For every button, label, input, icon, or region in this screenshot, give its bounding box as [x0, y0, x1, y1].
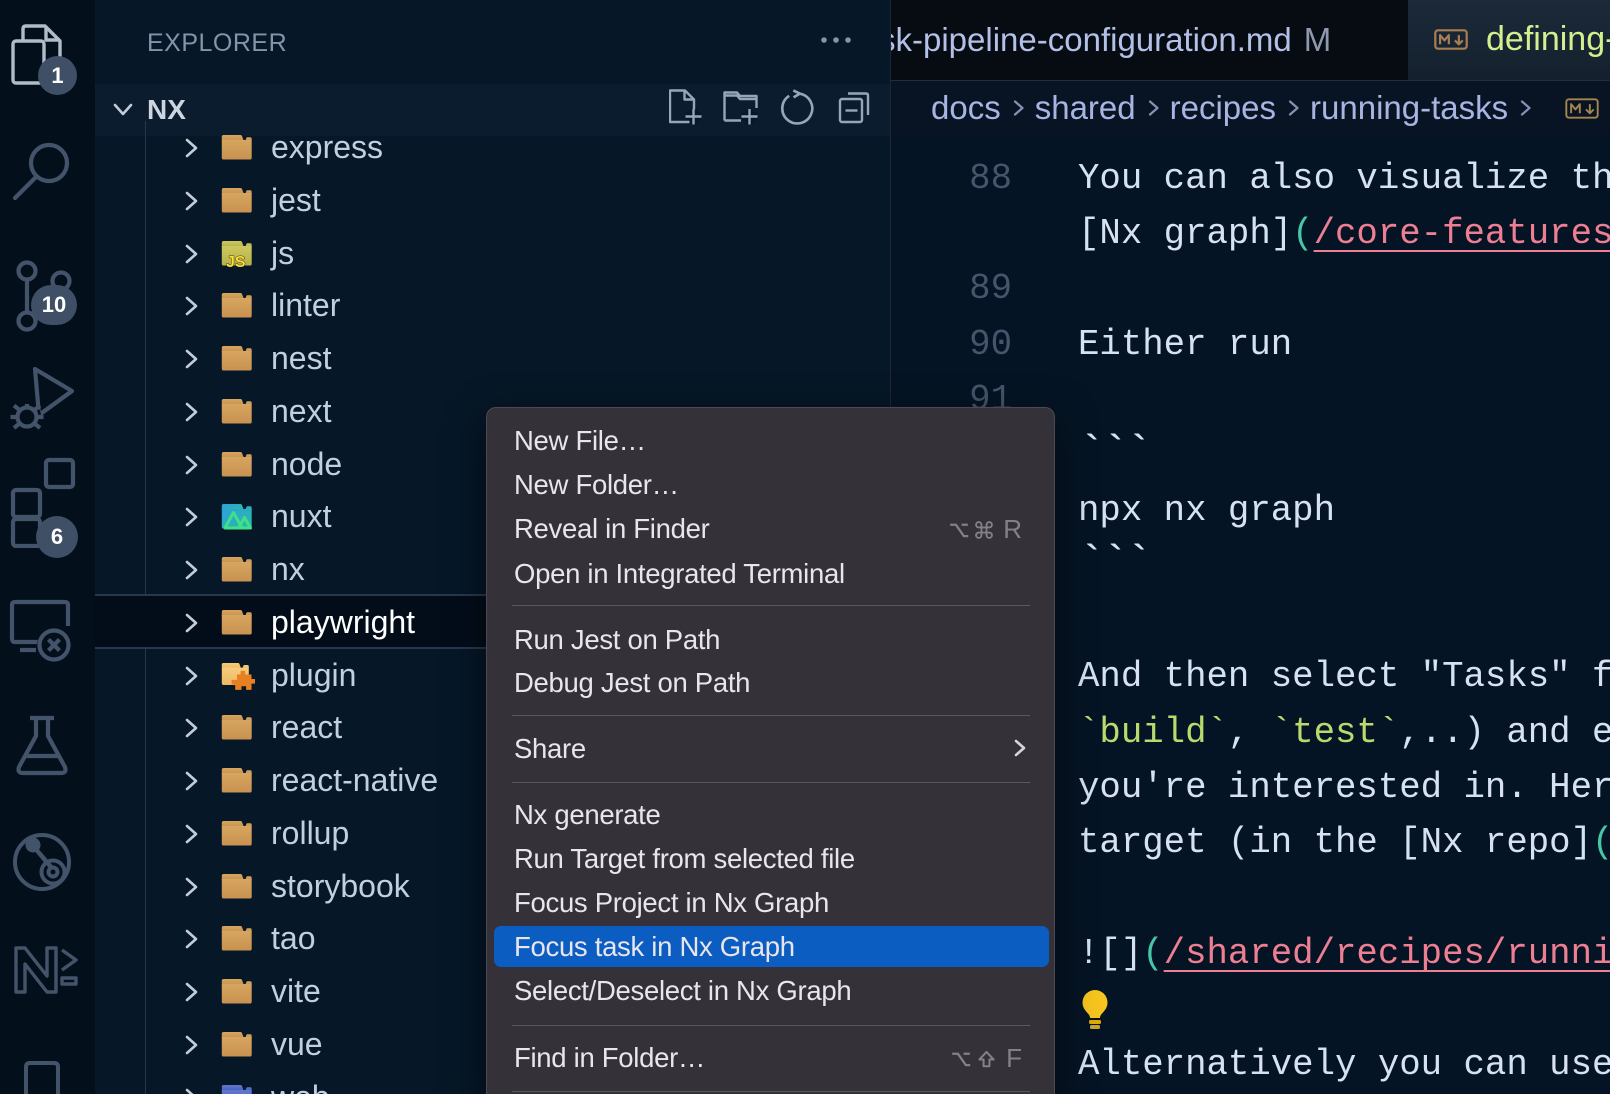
svg-text:JS: JS [226, 254, 246, 267]
